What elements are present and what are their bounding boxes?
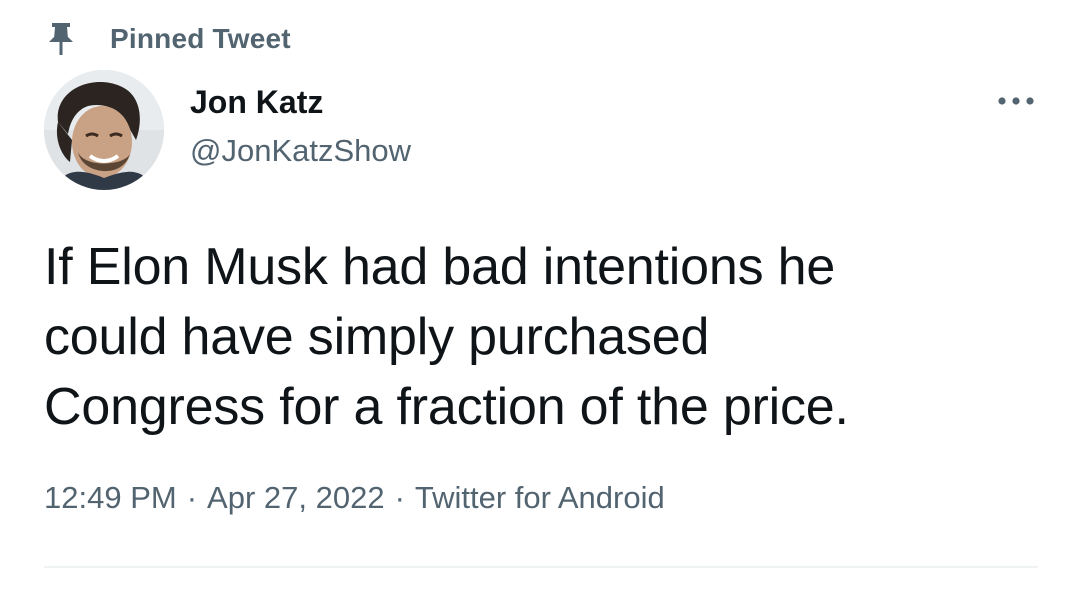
more-horizontal-icon [996, 93, 1036, 111]
divider [44, 566, 1038, 568]
tweet-text-line: could have simply purchased [44, 308, 710, 366]
pin-icon [44, 20, 78, 58]
tweet-date[interactable]: Apr 27, 2022 [207, 480, 385, 515]
meta-separator: · [186, 480, 198, 515]
pinned-indicator: Pinned Tweet [44, 20, 291, 58]
author-name[interactable]: Jon Katz [190, 84, 323, 121]
tweet-time[interactable]: 12:49 PM [44, 480, 177, 515]
avatar[interactable] [44, 70, 164, 190]
pinned-label: Pinned Tweet [110, 23, 291, 54]
tweet-text: If Elon Musk had bad intentions he could… [44, 232, 1034, 442]
tweet-source[interactable]: Twitter for Android [415, 480, 665, 515]
pinned-tweet[interactable]: Pinned Tweet Jon Katz @JonKatzShow If El… [0, 0, 1072, 606]
more-options-button[interactable] [994, 86, 1038, 118]
meta-separator: · [394, 480, 405, 515]
tweet-text-line: If Elon Musk had bad intentions he [44, 238, 836, 296]
tweet-metadata: 12:49 PM · Apr 27, 2022 · Twitter for Androi… [44, 480, 665, 516]
tweet-text-line: Congress for a fraction of the price. [44, 378, 849, 436]
author-handle[interactable]: @JonKatzShow [190, 133, 411, 169]
